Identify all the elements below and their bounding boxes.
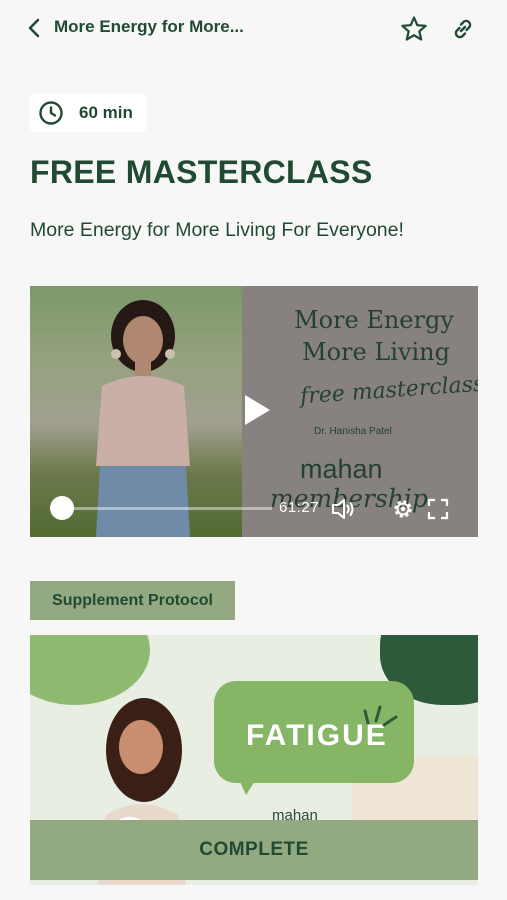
star-icon <box>401 16 427 41</box>
link-icon <box>454 19 472 39</box>
back-button[interactable] <box>22 16 46 40</box>
video-player[interactable]: More Energy More Living free masterclass… <box>30 286 478 537</box>
page-title: FREE MASTERCLASS <box>30 154 373 190</box>
duration-text: 60 min <box>79 103 133 122</box>
clock-icon <box>39 101 63 125</box>
sparkle-lines-icon <box>363 705 398 727</box>
chevron-left-icon <box>28 18 40 38</box>
section-tag: Supplement Protocol <box>30 581 235 620</box>
seek-bar[interactable] <box>62 507 272 510</box>
speech-bubble-tail <box>236 773 260 795</box>
seek-handle[interactable] <box>50 496 74 520</box>
settings-gear-icon[interactable] <box>390 496 416 522</box>
play-icon[interactable] <box>242 393 272 427</box>
share-link-button[interactable] <box>449 15 477 43</box>
lesson-subtitle: More Energy for More Living For Everyone… <box>30 219 404 241</box>
volume-icon[interactable] <box>330 496 356 522</box>
fullscreen-icon[interactable] <box>426 497 450 521</box>
header-title: More Energy for More... <box>54 17 244 36</box>
time-remaining: 61:27 <box>279 499 320 516</box>
favorite-button[interactable] <box>400 15 428 43</box>
duration-chip: 60 min <box>30 94 146 132</box>
top-bar: More Energy for More... <box>0 0 507 56</box>
complete-button[interactable]: COMPLETE <box>30 820 478 880</box>
